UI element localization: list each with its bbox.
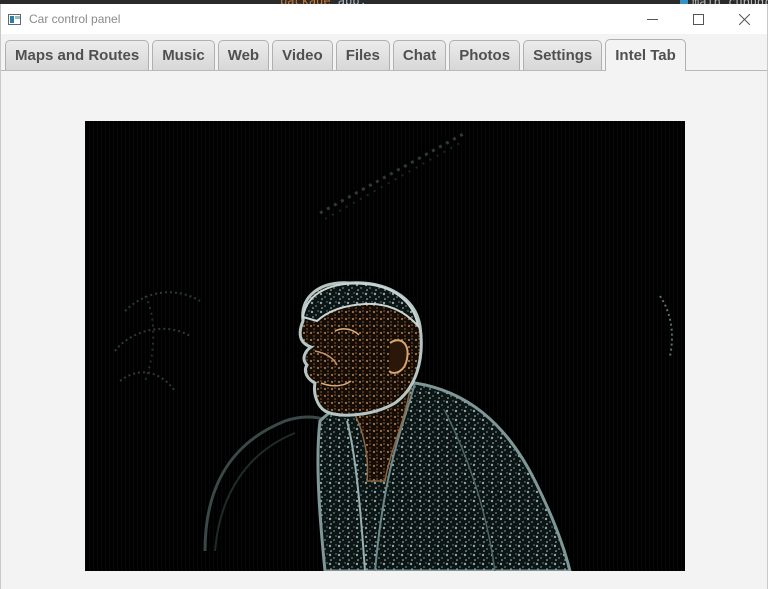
camera-feed-image (85, 121, 685, 571)
tab-bar: Maps and Routes Music Web Video Files Ch… (5, 39, 686, 71)
tab-music[interactable]: Music (152, 40, 215, 70)
tab-maps-and-routes[interactable]: Maps and Routes (5, 40, 150, 70)
tab-web[interactable]: Web (217, 40, 270, 70)
window-controls (629, 4, 767, 34)
window-title: Car control panel (29, 12, 121, 26)
app-window-icon (8, 13, 21, 25)
edge-filtered-portrait (85, 121, 685, 571)
maximize-icon (692, 13, 704, 25)
tab-chat[interactable]: Chat (392, 40, 447, 70)
maximize-button[interactable] (675, 4, 721, 34)
tab-settings[interactable]: Settings (523, 40, 603, 70)
title-bar[interactable]: Car control panel (1, 4, 767, 34)
tab-intel[interactable]: Intel Tab (605, 39, 686, 71)
tab-photos[interactable]: Photos (449, 40, 521, 70)
minimize-button[interactable] (629, 4, 675, 34)
app-window: Car control panel Maps and Routes Music … (0, 4, 768, 589)
minimize-icon (646, 18, 658, 20)
tab-files[interactable]: Files (335, 40, 390, 70)
close-button[interactable] (721, 4, 767, 34)
close-icon (738, 13, 750, 25)
tab-video[interactable]: Video (272, 40, 333, 70)
